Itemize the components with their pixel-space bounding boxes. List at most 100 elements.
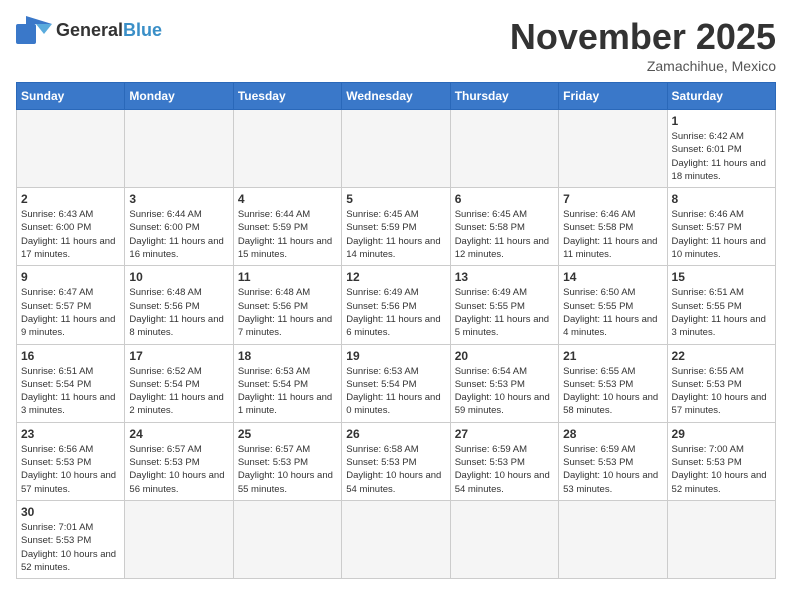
day-number: 23 [21, 427, 120, 441]
day-info: Sunrise: 6:57 AM Sunset: 5:53 PM Dayligh… [129, 443, 228, 496]
day-info: Sunrise: 6:44 AM Sunset: 5:59 PM Dayligh… [238, 208, 337, 261]
table-row: 11Sunrise: 6:48 AM Sunset: 5:56 PM Dayli… [233, 266, 341, 344]
day-info: Sunrise: 6:55 AM Sunset: 5:53 PM Dayligh… [563, 365, 662, 418]
table-row: 27 Sunrise: 6:59 AM Sunset: 5:53 PM Dayli… [450, 422, 558, 500]
table-row: 5 Sunrise: 6:45 AM Sunset: 5:59 PM Daylig… [342, 188, 450, 266]
day-info: Sunrise: 6:59 AM Sunset: 5:53 PM Dayligh… [563, 443, 662, 496]
table-row: 25 Sunrise: 6:57 AM Sunset: 5:53 PM Dayli… [233, 422, 341, 500]
table-row: 3Sunrise: 6:44 AM Sunset: 6:00 PM Daylig… [125, 188, 233, 266]
day-number: 7 [563, 192, 662, 206]
day-info: Sunrise: 6:45 AM Sunset: 5:58 PM Dayligh… [455, 208, 554, 261]
day-number: 16 [21, 349, 120, 363]
table-row: 6Sunrise: 6:45 AM Sunset: 5:58 PM Daylig… [450, 188, 558, 266]
table-row: 24 Sunrise: 6:57 AM Sunset: 5:53 PM Dayli… [125, 422, 233, 500]
day-info: Sunrise: 6:53 AM Sunset: 5:54 PM Dayligh… [346, 365, 445, 418]
table-row: 1 Sunrise: 6:42 AM Sunset: 6:01 PM Daylig… [667, 110, 775, 188]
table-row: 23 Sunrise: 6:56 AM Sunset: 5:53 PM Dayli… [17, 422, 125, 500]
table-row [233, 500, 341, 578]
day-info: Sunrise: 6:51 AM Sunset: 5:55 PM Dayligh… [672, 286, 771, 339]
calendar-table: Sunday Monday Tuesday Wednesday Thursday… [16, 82, 776, 579]
table-row: 21 Sunrise: 6:55 AM Sunset: 5:53 PM Dayli… [559, 344, 667, 422]
table-row: 19 Sunrise: 6:53 AM Sunset: 5:54 PM Dayli… [342, 344, 450, 422]
day-info: Sunrise: 6:54 AM Sunset: 5:53 PM Dayligh… [455, 365, 554, 418]
page-header: GeneralBlue November 2025 Zamachihue, Me… [16, 16, 776, 74]
logo-text: GeneralBlue [56, 20, 162, 41]
day-info: Sunrise: 6:43 AM Sunset: 6:00 PM Dayligh… [21, 208, 120, 261]
day-info: Sunrise: 6:48 AM Sunset: 5:56 PM Dayligh… [129, 286, 228, 339]
day-number: 15 [672, 270, 771, 284]
logo: GeneralBlue [16, 16, 162, 44]
day-info: Sunrise: 6:56 AM Sunset: 5:53 PM Dayligh… [21, 443, 120, 496]
day-info: Sunrise: 6:42 AM Sunset: 6:01 PM Dayligh… [672, 130, 771, 183]
table-row: 2 Sunrise: 6:43 AM Sunset: 6:00 PM Daylig… [17, 188, 125, 266]
table-row [342, 110, 450, 188]
day-number: 21 [563, 349, 662, 363]
calendar-row: 16 Sunrise: 6:51 AM Sunset: 5:54 PM Dayli… [17, 344, 776, 422]
table-row [342, 500, 450, 578]
day-info: Sunrise: 6:45 AM Sunset: 5:59 PM Dayligh… [346, 208, 445, 261]
day-number: 4 [238, 192, 337, 206]
table-row: 12 Sunrise: 6:49 AM Sunset: 5:56 PM Dayli… [342, 266, 450, 344]
calendar-row: 30 Sunrise: 7:01 AM Sunset: 5:53 PM Dayli… [17, 500, 776, 578]
day-number: 18 [238, 349, 337, 363]
table-row: 13Sunrise: 6:49 AM Sunset: 5:55 PM Dayli… [450, 266, 558, 344]
table-row: 26Sunrise: 6:58 AM Sunset: 5:53 PM Dayli… [342, 422, 450, 500]
month-title: November 2025 [510, 16, 776, 58]
day-number: 1 [672, 114, 771, 128]
table-row: 17 Sunrise: 6:52 AM Sunset: 5:54 PM Dayli… [125, 344, 233, 422]
table-row [559, 110, 667, 188]
table-row [667, 500, 775, 578]
day-info: Sunrise: 6:52 AM Sunset: 5:54 PM Dayligh… [129, 365, 228, 418]
table-row: 4 Sunrise: 6:44 AM Sunset: 5:59 PM Daylig… [233, 188, 341, 266]
day-info: Sunrise: 6:51 AM Sunset: 5:54 PM Dayligh… [21, 365, 120, 418]
table-row: 18 Sunrise: 6:53 AM Sunset: 5:54 PM Dayli… [233, 344, 341, 422]
day-info: Sunrise: 6:58 AM Sunset: 5:53 PM Dayligh… [346, 443, 445, 496]
day-number: 12 [346, 270, 445, 284]
table-row [450, 110, 558, 188]
day-info: Sunrise: 6:46 AM Sunset: 5:58 PM Dayligh… [563, 208, 662, 261]
day-info: Sunrise: 6:59 AM Sunset: 5:53 PM Dayligh… [455, 443, 554, 496]
day-info: Sunrise: 6:57 AM Sunset: 5:53 PM Dayligh… [238, 443, 337, 496]
table-row: 29Sunrise: 7:00 AM Sunset: 5:53 PM Dayli… [667, 422, 775, 500]
day-number: 20 [455, 349, 554, 363]
day-info: Sunrise: 6:50 AM Sunset: 5:55 PM Dayligh… [563, 286, 662, 339]
day-info: Sunrise: 7:01 AM Sunset: 5:53 PM Dayligh… [21, 521, 120, 574]
table-row [125, 110, 233, 188]
table-row: 9Sunrise: 6:47 AM Sunset: 5:57 PM Daylig… [17, 266, 125, 344]
day-number: 28 [563, 427, 662, 441]
header-friday: Friday [559, 83, 667, 110]
calendar-row: 9Sunrise: 6:47 AM Sunset: 5:57 PM Daylig… [17, 266, 776, 344]
day-number: 11 [238, 270, 337, 284]
table-row [233, 110, 341, 188]
table-row [450, 500, 558, 578]
day-number: 22 [672, 349, 771, 363]
day-number: 17 [129, 349, 228, 363]
table-row: 20 Sunrise: 6:54 AM Sunset: 5:53 PM Dayli… [450, 344, 558, 422]
day-number: 9 [21, 270, 120, 284]
day-info: Sunrise: 6:53 AM Sunset: 5:54 PM Dayligh… [238, 365, 337, 418]
day-number: 29 [672, 427, 771, 441]
table-row: 8Sunrise: 6:46 AM Sunset: 5:57 PM Daylig… [667, 188, 775, 266]
table-row: 30 Sunrise: 7:01 AM Sunset: 5:53 PM Dayli… [17, 500, 125, 578]
table-row [17, 110, 125, 188]
day-number: 24 [129, 427, 228, 441]
weekday-header-row: Sunday Monday Tuesday Wednesday Thursday… [17, 83, 776, 110]
day-number: 30 [21, 505, 120, 519]
day-info: Sunrise: 6:49 AM Sunset: 5:56 PM Dayligh… [346, 286, 445, 339]
day-number: 13 [455, 270, 554, 284]
header-wednesday: Wednesday [342, 83, 450, 110]
day-number: 5 [346, 192, 445, 206]
day-number: 14 [563, 270, 662, 284]
calendar-row: 1 Sunrise: 6:42 AM Sunset: 6:01 PM Daylig… [17, 110, 776, 188]
day-number: 3 [129, 192, 228, 206]
day-number: 25 [238, 427, 337, 441]
logo-icon [16, 16, 52, 44]
day-number: 2 [21, 192, 120, 206]
table-row [125, 500, 233, 578]
day-number: 19 [346, 349, 445, 363]
header-saturday: Saturday [667, 83, 775, 110]
location: Zamachihue, Mexico [510, 58, 776, 74]
day-number: 10 [129, 270, 228, 284]
day-number: 27 [455, 427, 554, 441]
calendar-row: 23 Sunrise: 6:56 AM Sunset: 5:53 PM Dayli… [17, 422, 776, 500]
